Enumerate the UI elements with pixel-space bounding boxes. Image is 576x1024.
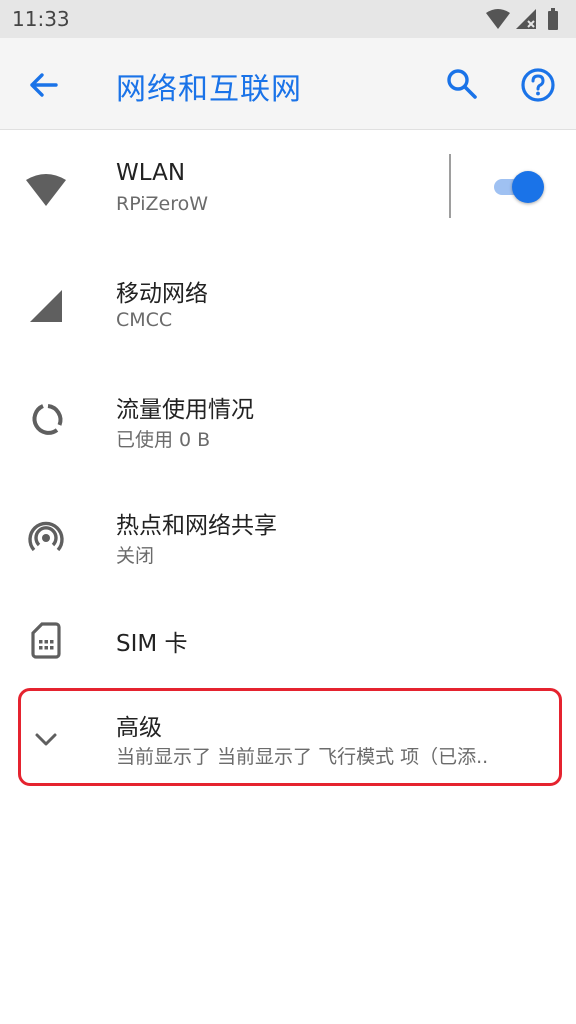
list-item-title: 流量使用情况	[116, 397, 254, 423]
list-item-subtitle: 关闭	[116, 545, 155, 567]
hotspot-icon	[22, 512, 70, 560]
status-time: 11:33	[12, 7, 70, 31]
cellular-signal-icon	[22, 280, 70, 328]
help-button[interactable]	[514, 62, 562, 110]
page-title: 网络和互联网	[116, 72, 302, 107]
list-item-title: 热点和网络共享	[116, 513, 277, 539]
list-item-wlan[interactable]: WLAN RPiZeroW	[0, 130, 576, 246]
list-item-data-usage[interactable]: 流量使用情况 已使用 0 B	[0, 362, 576, 478]
wlan-toggle[interactable]	[492, 170, 548, 204]
wifi-icon	[486, 9, 510, 29]
wifi-icon	[22, 164, 70, 212]
search-icon	[447, 69, 477, 99]
highlight-box	[18, 688, 562, 786]
list-item-title: SIM 卡	[116, 631, 188, 657]
help-icon	[521, 68, 555, 102]
cellular-signal-icon	[516, 9, 536, 29]
list-item-sim[interactable]: SIM 卡	[0, 594, 576, 690]
list-item-title: WLAN	[116, 160, 186, 186]
data-usage-icon	[22, 396, 70, 444]
search-button[interactable]	[440, 62, 484, 106]
toggle-thumb	[512, 171, 544, 203]
app-bar: 网络和互联网	[0, 38, 576, 130]
status-bar: 11:33	[0, 0, 576, 38]
list-item-mobile-network[interactable]: 移动网络 CMCC	[0, 246, 576, 362]
divider	[449, 154, 451, 218]
arrow-back-icon	[30, 73, 58, 97]
list-item-hotspot[interactable]: 热点和网络共享 关闭	[0, 478, 576, 594]
sim-card-icon	[22, 616, 70, 664]
list-item-title: 移动网络	[116, 281, 208, 307]
battery-icon	[548, 8, 558, 30]
list-item-subtitle: RPiZeroW	[116, 193, 209, 215]
list-item-subtitle: 已使用 0 B	[116, 429, 211, 451]
back-button[interactable]	[22, 63, 66, 107]
status-icons	[484, 7, 566, 31]
list-item-subtitle: CMCC	[116, 309, 173, 331]
